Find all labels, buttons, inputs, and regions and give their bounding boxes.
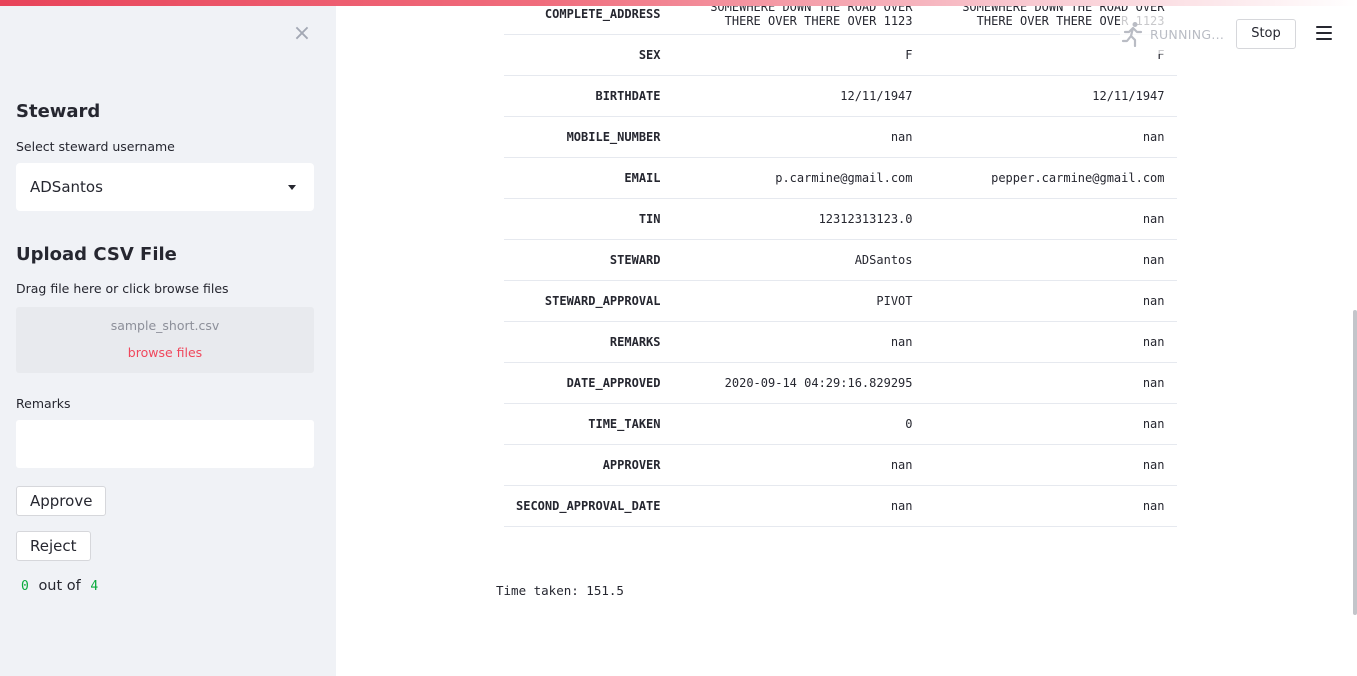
table-row: BIRTHDATE 12/11/1947 12/11/1947 [504,75,1177,117]
table-row: REMARKS nan nan [504,321,1177,363]
row-key-cell: BIRTHDATE [504,75,673,117]
row-value-cell-a: 12/11/1947 [672,75,925,117]
row-key-cell: SEX [504,34,673,76]
row-key-cell: REMARKS [504,321,673,363]
top-decoration-bar [0,0,1357,6]
table-row: STEWARD_APPROVAL PIVOT nan [504,280,1177,322]
row-key-cell: STEWARD_APPROVAL [504,280,673,322]
progress-counter: 0 out of 4 [16,578,103,594]
row-value-cell-b: nan [924,239,1177,281]
row-value-cell-a: nan [672,116,925,158]
table-row: EMAIL p.carmine@gmail.com pepper.carmine@g… [504,157,1177,199]
row-key-cell: DATE_APPROVED [504,362,673,404]
row-value-cell-b: nan [924,321,1177,363]
table-row: TIME_TAKEN 0 nan [504,403,1177,445]
row-value-cell-b: nan [924,444,1177,486]
row-key-cell: TIME_TAKEN [504,403,673,445]
row-value-cell-a: nan [672,485,925,527]
row-value-cell-b: pepper.carmine@gmail.com [924,157,1177,199]
row-value-cell-a: p.carmine@gmail.com [672,157,925,199]
row-value-cell-a: 2020-09-14 04:29:16.829295 [672,362,925,404]
progress-current: 0 [21,579,29,594]
main-content: COMPLETE_ADDRESS SOMEWHERE DOWN THE ROAD … [336,0,1357,676]
reject-button[interactable]: Reject [16,531,91,561]
upload-hint: Drag file here or click browse files [16,281,229,296]
comparison-table: COMPLETE_ADDRESS SOMEWHERE DOWN THE ROAD … [504,0,1177,527]
row-value-cell-a: PIVOT [672,280,925,322]
table-row: SECOND_APPROVAL_DATE nan nan [504,485,1177,527]
row-value-cell-b: nan [924,198,1177,240]
row-value-cell-b: nan [924,362,1177,404]
steward-select-value: ADSantos [30,178,103,196]
row-value-cell-a: nan [672,321,925,363]
row-value-cell-b: nan [924,485,1177,527]
row-key-cell: STEWARD [504,239,673,281]
approve-button[interactable]: Approve [16,486,107,516]
table-row: TIN 12312313123.0 nan [504,198,1177,240]
progress-text: out of [38,578,81,594]
remarks-label: Remarks [16,396,71,411]
row-value-cell-b: nan [924,280,1177,322]
table-row: STEWARD ADSantos nan [504,239,1177,281]
scrollbar-thumb[interactable] [1353,310,1357,615]
row-value-cell-a: 0 [672,403,925,445]
steward-heading: Steward [16,101,101,122]
row-key-cell: MOBILE_NUMBER [504,116,673,158]
progress-total: 4 [90,579,99,594]
running-status-text: RUNNING... [1150,26,1225,42]
sidebar: × Steward Select steward username ADSant… [0,0,336,676]
table-row: APPROVER nan nan [504,444,1177,486]
status-widget: RUNNING... Stop [1120,14,1296,54]
select-label: Select steward username [16,139,175,154]
stop-button[interactable]: Stop [1236,19,1296,49]
table-row: SEX F F [504,34,1177,76]
upload-heading: Upload CSV File [16,244,177,265]
row-value-cell-a: nan [672,444,925,486]
row-key-cell: TIN [504,198,673,240]
row-value-cell-a: F [672,34,925,76]
row-key-cell: EMAIL [504,157,673,199]
row-value-cell-a: ADSantos [672,239,925,281]
browse-files-link[interactable]: browse files [16,345,314,360]
close-icon[interactable]: × [292,22,312,46]
row-value-cell-b: nan [924,403,1177,445]
uploaded-file-name: sample_short.csv [110,318,220,333]
row-key-cell: SECOND_APPROVAL_DATE [504,485,673,527]
row-value-cell-b: nan [924,116,1177,158]
time-taken-text: Time taken: 151.5 [496,583,624,598]
row-value-cell-b: 12/11/1947 [924,75,1177,117]
row-value-cell-a: 12312313123.0 [672,198,925,240]
steward-select[interactable]: ADSantos [16,163,314,211]
table-row: DATE_APPROVED 2020-09-14 04:29:16.829295 n… [504,362,1177,404]
hamburger-menu-icon[interactable] [1316,26,1332,42]
running-man-icon [1121,22,1143,47]
file-dropzone[interactable]: sample_short.csv browse files [16,307,314,373]
remarks-textarea[interactable] [16,420,314,468]
chevron-down-icon [288,184,296,190]
table-row: MOBILE_NUMBER nan nan [504,116,1177,158]
row-key-cell: APPROVER [504,444,673,486]
